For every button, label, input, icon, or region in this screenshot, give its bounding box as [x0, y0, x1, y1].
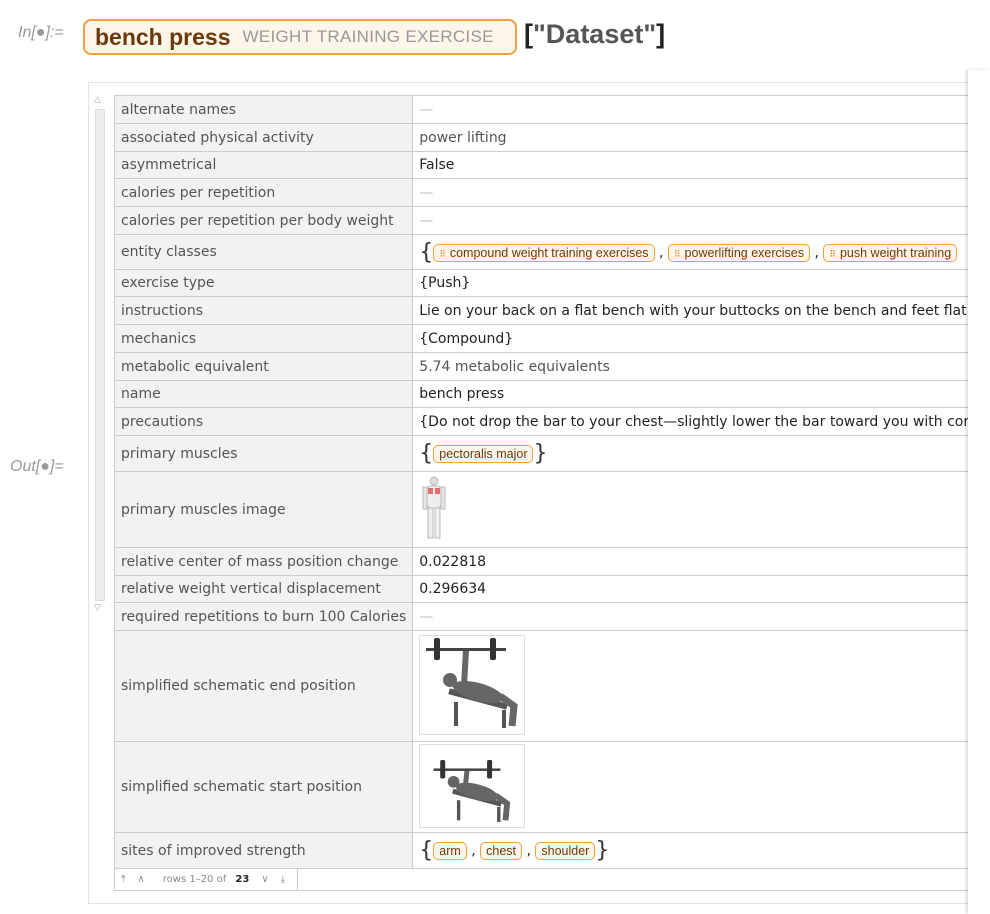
table-row: mechanics {Compound} [113, 324, 990, 353]
row-value: 0.022818 [412, 547, 990, 576]
entity-pill[interactable]: pectoralis major [433, 445, 534, 463]
table-row: relative weight vertical displacement 0.2… [113, 575, 990, 603]
row-value: {⠿ compound weight training exercises , ⠿… [412, 234, 990, 270]
row-value: {Compound} [412, 324, 990, 353]
table-row: precautions {Do not drop the bar to your … [113, 407, 990, 436]
entity-pill[interactable]: ⠿ powerlifting exercises [667, 243, 811, 262]
row-key: exercise type [113, 269, 414, 297]
row-value: — [412, 95, 990, 124]
row-value [412, 741, 990, 833]
table-row: name bench press [113, 380, 990, 408]
table-row: alternate names — [113, 95, 990, 124]
row-key: name [113, 380, 414, 408]
start-position-image [419, 743, 526, 828]
prev-page-icon[interactable]: ∧ [137, 874, 144, 885]
entity-pill[interactable]: ⠿ push weight training [823, 243, 958, 262]
table-row: metabolic equivalent 5.74 metabolic equiv… [113, 352, 990, 381]
table-row: entity classes{⠿ compound weight training… [113, 234, 990, 270]
row-key: mechanics [113, 324, 414, 353]
first-page-icon[interactable]: ⤒ [121, 874, 125, 885]
entity-pill[interactable]: arm [433, 842, 467, 860]
next-page-icon[interactable]: ∨ [261, 874, 268, 885]
row-key: instructions [113, 296, 414, 325]
scroll-track[interactable] [95, 109, 105, 601]
row-key: alternate names [113, 95, 414, 124]
row-key: relative center of mass position change [113, 547, 414, 576]
entity-class-icon: ⠿ [673, 248, 681, 259]
dataset-table: alternate names — associated physical acti… [113, 95, 990, 869]
row-value [412, 630, 990, 742]
table-row: calories per repetition per body weight — [113, 206, 990, 235]
row-key: simplified schematic start position [113, 741, 414, 833]
entity-class-icon: ⠿ [829, 248, 836, 259]
row-key: entity classes [113, 234, 414, 270]
row-key: required repetitions to burn 100 Calorie… [113, 602, 414, 631]
table-row: required repetitions to burn 100 Calorie… [113, 602, 990, 631]
entity-frame[interactable]: bench press WEIGHT TRAINING EXERCISE [83, 19, 517, 55]
output-label: Out[●]= [10, 458, 64, 475]
entity-name: bench press [95, 23, 231, 50]
entity-class-icon: ⠿ [439, 248, 446, 259]
table-row: relative center of mass position change 0… [113, 547, 990, 576]
pagination-bar: ⤒ ∧ rows 1–20 of 23 ∨ ⤓ [114, 868, 976, 891]
table-row: simplified schematic end position [113, 630, 990, 742]
last-page-icon[interactable]: ⤓ [281, 874, 285, 885]
table-row: primary muscles image [113, 471, 990, 548]
row-key: primary muscles image [113, 471, 414, 548]
row-value: 0.296634 [412, 575, 990, 603]
table-row: instructions Lie on your back on a flat b… [113, 296, 990, 325]
table-row: simplified schematic start position [113, 741, 990, 833]
row-value: Lie on your back on a flat bench with yo… [412, 296, 990, 325]
row-value: False [412, 151, 990, 179]
torn-edge [968, 70, 990, 914]
table-row: calories per repetition — [113, 178, 990, 207]
scroll-down-icon[interactable]: ▽ [94, 603, 101, 613]
row-key: calories per repetition [113, 178, 414, 207]
table-row: associated physical activity power liftin… [113, 123, 990, 152]
scroll-up-icon[interactable]: △ [94, 95, 101, 105]
row-key: simplified schematic end position [113, 630, 414, 742]
row-value: power lifting [412, 123, 990, 152]
scrollbar[interactable]: △ ▽ [94, 95, 105, 615]
row-value: {Do not drop the bar to your chest—sligh… [412, 407, 990, 436]
dataset-argument: ["Dataset"] [524, 19, 666, 49]
row-key: precautions [113, 407, 414, 436]
row-value [412, 471, 990, 548]
table-row: exercise type {Push} [113, 269, 990, 297]
entity-type: WEIGHT TRAINING EXERCISE [242, 27, 494, 46]
row-key: metabolic equivalent [113, 352, 414, 381]
entity-pill[interactable]: shoulder [535, 842, 596, 860]
end-position-image [419, 634, 526, 735]
row-key: primary muscles [113, 435, 414, 472]
row-key: sites of improved strength [113, 832, 414, 869]
row-value: {pectoralis major} [412, 435, 990, 472]
input-label: In[●]:= [18, 24, 64, 41]
muscle-figure-image [422, 476, 446, 538]
row-key: asymmetrical [113, 151, 414, 179]
table-row: primary muscles{pectoralis major} [113, 435, 990, 472]
entity-pill[interactable]: chest [480, 842, 523, 860]
row-value: — [412, 206, 990, 235]
row-key: calories per repetition per body weight [113, 206, 414, 235]
row-value: bench press [412, 380, 990, 408]
row-key: associated physical activity [113, 123, 414, 152]
row-value: {arm , chest , shoulder} [412, 832, 990, 869]
row-value: — [412, 178, 990, 207]
row-value: 5.74 metabolic equivalents [412, 352, 990, 381]
table-row: sites of improved strength{arm , chest ,… [113, 832, 990, 869]
rows-count: rows 1–20 of 23 [162, 873, 250, 885]
row-value: {Push} [412, 269, 990, 297]
row-value: — [412, 602, 990, 631]
entity-pill[interactable]: ⠿ compound weight training exercises [433, 243, 655, 262]
row-key: relative weight vertical displacement [113, 575, 414, 603]
table-row: asymmetrical False [113, 151, 990, 179]
